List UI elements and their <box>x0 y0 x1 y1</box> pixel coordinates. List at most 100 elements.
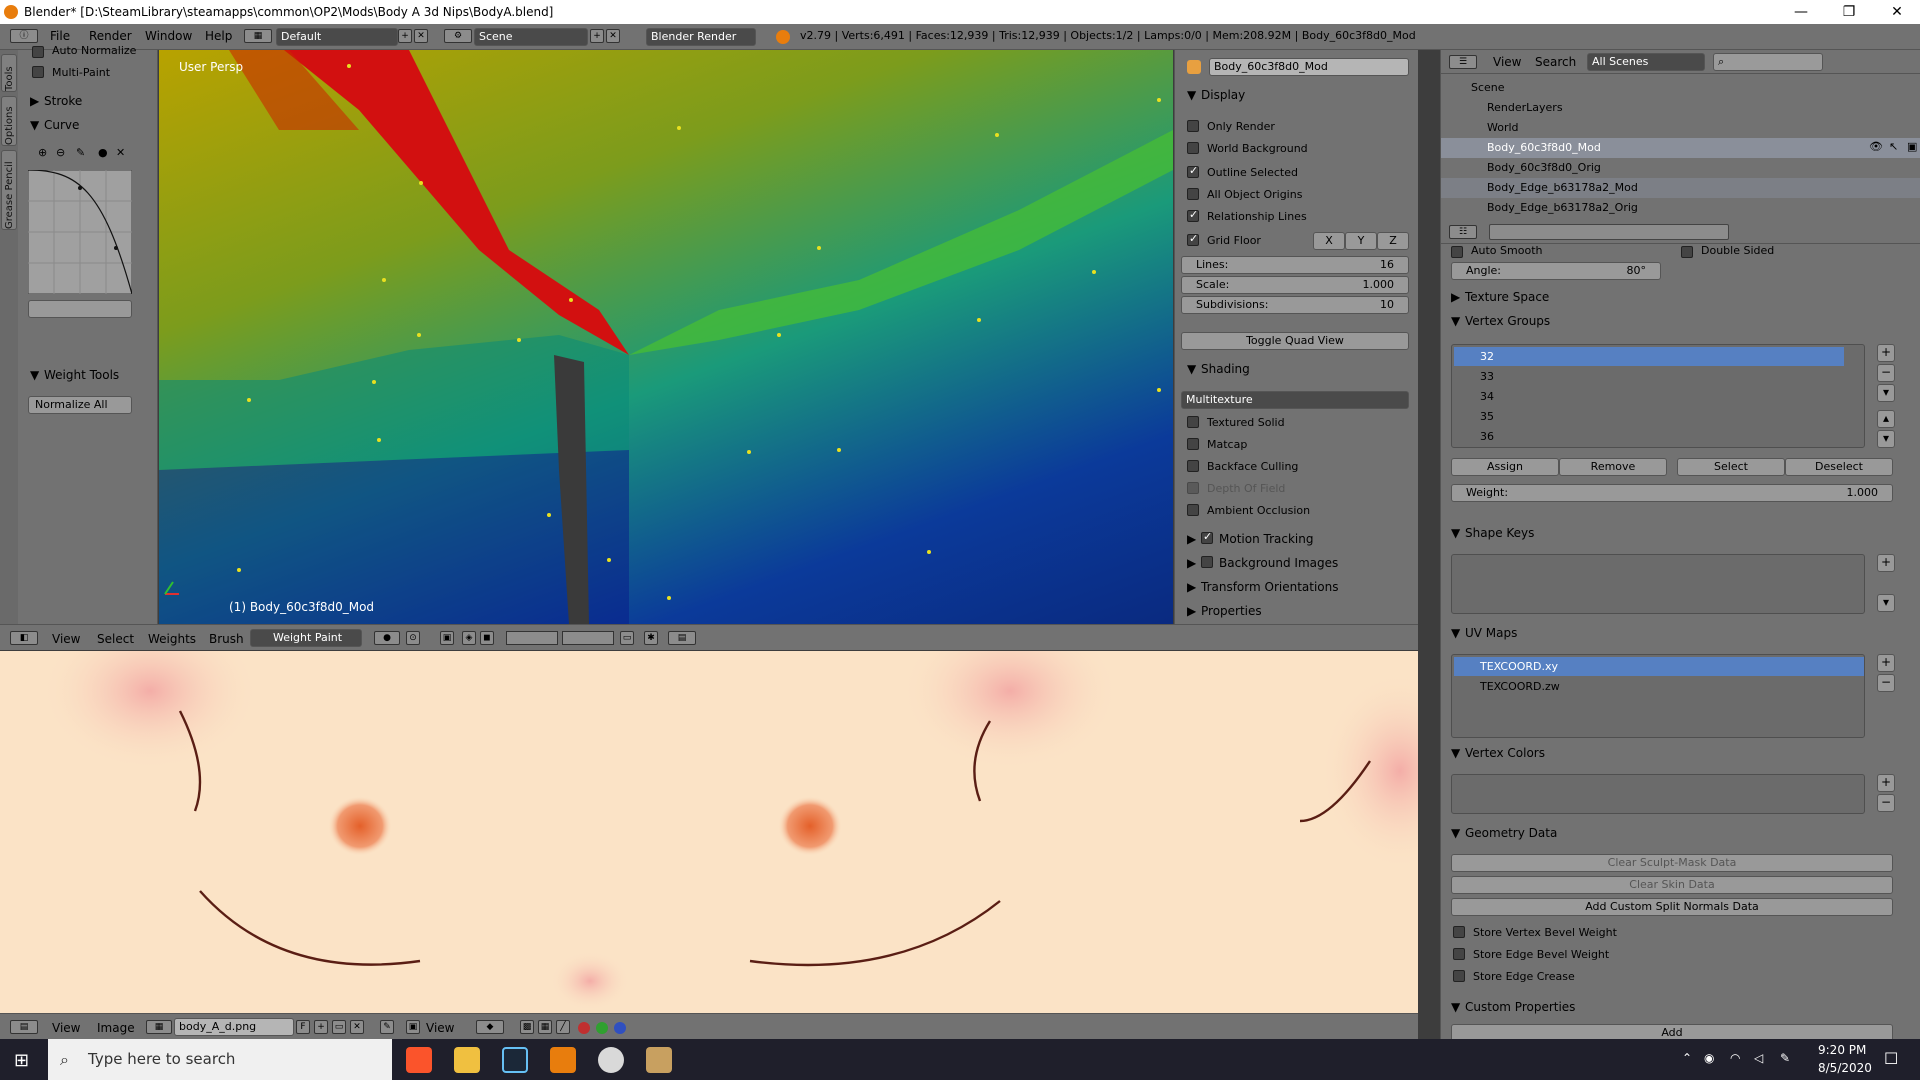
shading-collapse-icon[interactable]: ▼ <box>1187 362 1196 376</box>
add-scene-icon[interactable]: + <box>590 29 604 43</box>
vertex-group-row[interactable]: 35 <box>1454 407 1844 426</box>
vertex-colors-collapse-icon[interactable]: ▼ <box>1451 746 1460 760</box>
shading-panel-header[interactable]: Shading <box>1201 362 1250 376</box>
remove-vertex-color-button[interactable]: − <box>1877 794 1895 812</box>
fake-user-button[interactable]: F <box>296 1020 310 1034</box>
interaction-mode-selector[interactable]: Weight Paint <box>250 629 362 647</box>
new-image-icon[interactable]: + <box>314 1020 328 1034</box>
viewport-editor-type-icon[interactable]: ◧ <box>10 631 38 645</box>
outliner-row-scene[interactable]: Scene <box>1441 78 1920 98</box>
double-sided-checkbox[interactable] <box>1681 246 1693 258</box>
grid-floor-checkbox[interactable] <box>1187 232 1199 246</box>
render-icon[interactable]: ✱ <box>644 631 658 645</box>
select-arrow-icon[interactable]: ↖ <box>1889 140 1898 153</box>
shape-keys-panel-header[interactable]: Shape Keys <box>1465 526 1534 540</box>
relationship-lines-checkbox[interactable] <box>1187 208 1199 222</box>
image-viewer-icon[interactable] <box>646 1047 672 1073</box>
grid-lines-field[interactable]: Lines: 16 <box>1181 256 1409 274</box>
mask-icon[interactable]: ▣ <box>440 631 454 645</box>
outliner-display-mode[interactable]: All Scenes <box>1587 53 1705 71</box>
pin-icon[interactable]: ✎ <box>380 1020 394 1034</box>
outliner-editor-type-icon[interactable]: ☰ <box>1449 55 1477 69</box>
remove-vertex-group-button[interactable]: − <box>1877 364 1895 382</box>
axis-z-toggle[interactable]: Z <box>1377 232 1409 250</box>
blender-taskbar-icon[interactable] <box>550 1047 576 1073</box>
image-browse-icon[interactable]: ▦ <box>146 1020 172 1034</box>
toggle-quad-view-button[interactable]: Toggle Quad View <box>1181 332 1409 350</box>
pivot-point-icon[interactable]: ◆ <box>476 1020 504 1034</box>
remove-button[interactable]: Remove <box>1559 458 1667 476</box>
brave-browser-icon[interactable] <box>406 1047 432 1073</box>
uv-map-row[interactable]: TEXCOORD.zw <box>1454 677 1864 696</box>
remove-uv-map-button[interactable]: − <box>1877 674 1895 692</box>
display-collapse-icon[interactable]: ▼ <box>1187 88 1196 102</box>
network-icon[interactable]: ◉ <box>1704 1051 1714 1065</box>
weight-field[interactable]: Weight: 1.000 <box>1451 484 1893 502</box>
editor-type-icon[interactable]: ⓘ <box>10 29 38 43</box>
visibility-eye-icon[interactable]: 👁 <box>1869 140 1883 153</box>
clock-date[interactable]: 8/5/2020 <box>1818 1061 1872 1075</box>
view-mode-selector[interactable]: View <box>426 1021 454 1035</box>
vertex-group-specials-button[interactable]: ▾ <box>1877 384 1895 402</box>
ambient-occlusion-checkbox[interactable] <box>1187 504 1199 516</box>
auto-normalize-checkbox[interactable] <box>32 46 44 58</box>
properties-panel-header[interactable]: Properties <box>1201 604 1262 618</box>
texture-space-panel-header[interactable]: Texture Space <box>1465 290 1549 304</box>
auto-smooth-angle-field[interactable]: Angle: 80° <box>1451 262 1661 280</box>
uv-map-row[interactable]: TEXCOORD.xy <box>1454 657 1864 676</box>
taskbar-search-box[interactable]: ⌕ Type here to search <box>48 1039 392 1080</box>
render-engine-selector[interactable]: Blender Render <box>646 28 756 46</box>
shape-key-specials-button[interactable]: ▾ <box>1877 594 1895 612</box>
blue-channel-icon[interactable] <box>614 1022 626 1034</box>
curve-collapse-icon[interactable]: ▼ <box>30 118 39 132</box>
add-vertex-group-button[interactable]: + <box>1877 344 1895 362</box>
channel-alpha-icon[interactable]: ▦ <box>538 1020 552 1034</box>
outliner-row-world[interactable]: World <box>1441 118 1920 138</box>
layer-buttons-b[interactable] <box>562 631 614 645</box>
vertex-colors-list[interactable] <box>1451 774 1865 814</box>
menu-file[interactable]: File <box>50 29 70 43</box>
shape-keys-list[interactable] <box>1451 554 1865 614</box>
shading-mode-selector[interactable]: Multitexture <box>1181 391 1409 409</box>
vertex-group-row[interactable]: 33 <box>1454 367 1844 386</box>
weight-tools-collapse-icon[interactable]: ▼ <box>30 368 39 382</box>
menu-image-view[interactable]: View <box>52 1021 80 1035</box>
pivot-icon[interactable]: ⊙ <box>406 631 420 645</box>
vertex-group-row[interactable]: 32 <box>1454 347 1844 366</box>
transform-orientations-panel-header[interactable]: Transform Orientations <box>1201 580 1339 594</box>
only-render-checkbox[interactable] <box>1187 120 1199 132</box>
outline-selected-checkbox[interactable] <box>1187 164 1199 178</box>
select-button[interactable]: Select <box>1677 458 1785 476</box>
motion-tracking-checkbox[interactable] <box>1201 530 1213 544</box>
open-image-icon[interactable]: ▭ <box>332 1020 346 1034</box>
clear-curve-icon[interactable]: ✕ <box>116 146 125 159</box>
lock-camera-icon[interactable]: ▭ <box>620 631 634 645</box>
tab-tools[interactable]: Tools <box>1 54 17 92</box>
outliner-menu-search[interactable]: Search <box>1535 55 1576 69</box>
volume-icon[interactable]: ◁ <box>1754 1051 1763 1065</box>
stroke-panel-header[interactable]: Stroke <box>44 94 82 108</box>
depth-of-field-checkbox[interactable] <box>1187 482 1199 494</box>
normalize-all-button[interactable]: Normalize All <box>28 396 132 414</box>
vertex-colors-panel-header[interactable]: Vertex Colors <box>1465 746 1545 760</box>
steam-icon[interactable] <box>502 1047 528 1073</box>
background-images-panel-header[interactable]: Background Images <box>1219 556 1338 570</box>
background-images-checkbox[interactable] <box>1201 556 1213 568</box>
layer-buttons-a[interactable] <box>506 631 558 645</box>
move-group-up-button[interactable]: ▴ <box>1877 410 1895 428</box>
zoom-in-icon[interactable]: ⊕ <box>38 146 47 159</box>
texture-space-expand-icon[interactable]: ▶ <box>1451 290 1460 304</box>
properties-expand-icon[interactable]: ▶ <box>1187 604 1196 618</box>
uv-maps-panel-header[interactable]: UV Maps <box>1465 626 1517 640</box>
vertex-group-row[interactable]: 36 <box>1454 427 1844 446</box>
menu-image[interactable]: Image <box>97 1021 135 1035</box>
remove-layout-icon[interactable]: ✕ <box>414 29 428 43</box>
add-shape-key-button[interactable]: + <box>1877 554 1895 572</box>
image-editor-type-icon[interactable]: ▤ <box>10 1020 38 1034</box>
weight-tools-panel-header[interactable]: Weight Tools <box>44 368 119 382</box>
uv-maps-list[interactable]: TEXCOORD.xy TEXCOORD.zw <box>1451 654 1865 738</box>
geometry-data-panel-header[interactable]: Geometry Data <box>1465 826 1557 840</box>
point-icon[interactable]: ● <box>98 146 108 159</box>
outliner-row-renderlayers[interactable]: RenderLayers <box>1441 98 1920 118</box>
assign-button[interactable]: Assign <box>1451 458 1559 476</box>
